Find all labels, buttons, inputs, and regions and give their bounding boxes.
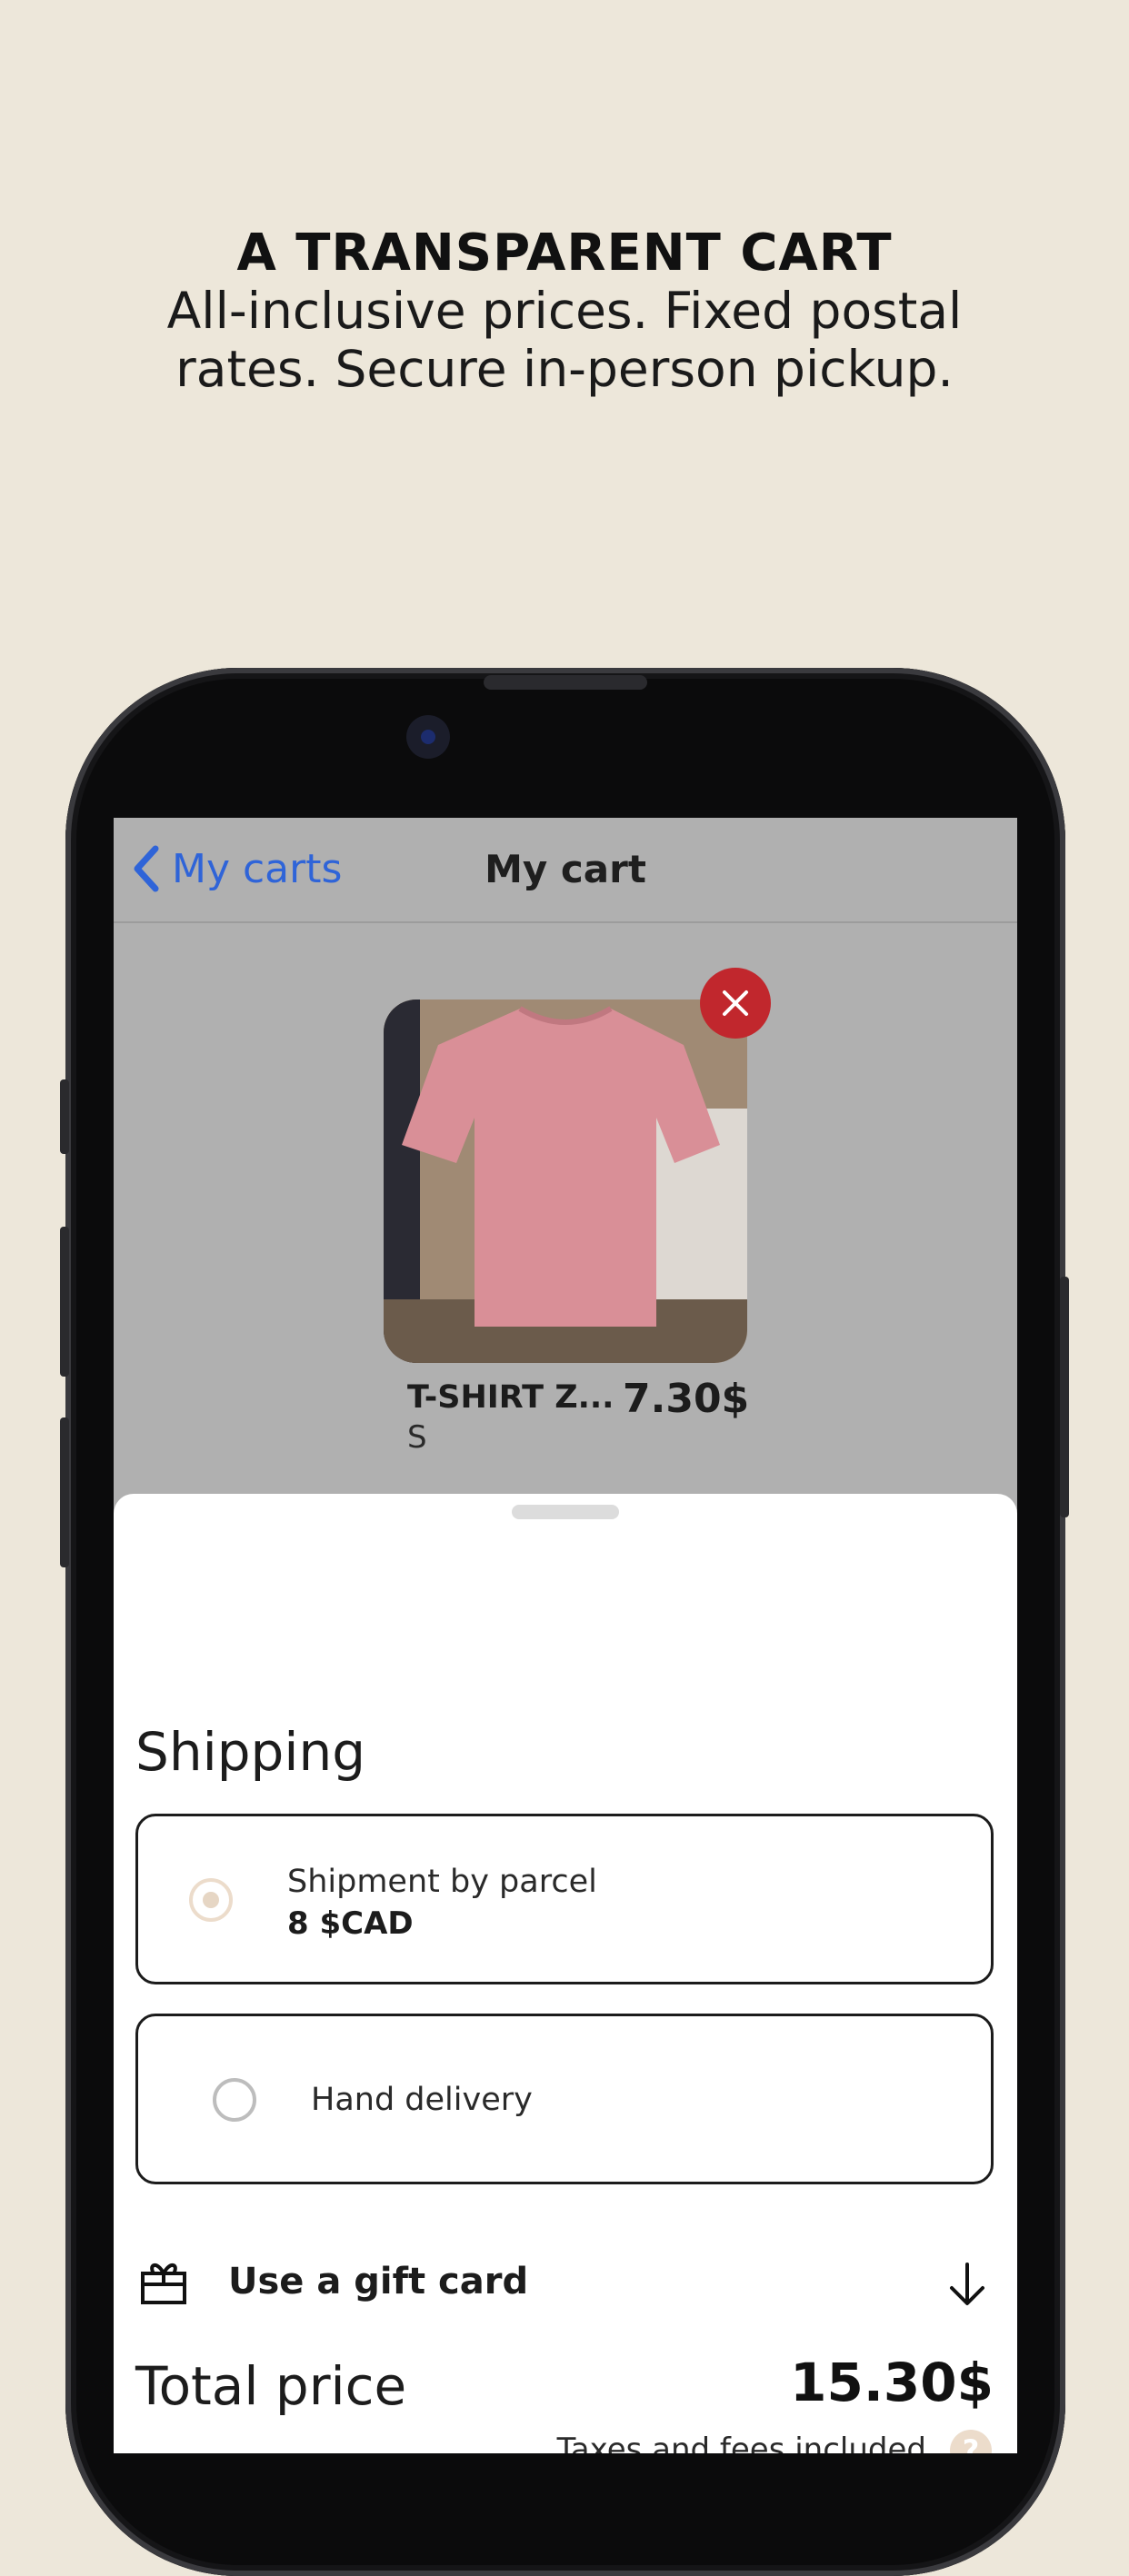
shipping-option-parcel[interactable]: Shipment by parcel 8 $CAD — [135, 1814, 994, 1984]
shipping-title: Shipping — [135, 1721, 366, 1783]
phone-speaker — [484, 675, 647, 690]
taxes-note: Taxes and fees included — [556, 2432, 926, 2453]
shipping-option-label: Hand delivery — [311, 2082, 533, 2118]
help-icon[interactable]: ? — [950, 2430, 992, 2453]
gift-icon — [141, 2263, 186, 2304]
remove-item-button[interactable] — [700, 968, 771, 1039]
radio-selected[interactable] — [189, 1878, 233, 1922]
sheet-drag-handle[interactable] — [512, 1505, 619, 1519]
shipping-option-label: Shipment by parcel — [287, 1864, 597, 1900]
product-image[interactable] — [384, 1000, 747, 1363]
product-name: T-SHIRT Z... — [407, 1379, 614, 1416]
phone-power-button — [1060, 1277, 1069, 1517]
radio-unselected[interactable] — [213, 2078, 256, 2122]
phone-volume-down — [60, 1417, 69, 1567]
tshirt-photo — [384, 1000, 747, 1363]
page-title: My cart — [485, 847, 646, 891]
total-price-label: Total price — [135, 2355, 407, 2417]
total-price-value: 15.30$ — [790, 2352, 994, 2413]
close-icon — [723, 990, 748, 1016]
checkout-sheet: Shipping Shipment by parcel 8 $CAD Hand … — [114, 1494, 1017, 2453]
product-price: 7.30$ — [623, 1376, 750, 1422]
gift-card-label: Use a gift card — [228, 2261, 529, 2302]
gift-card-row[interactable]: Use a gift card — [135, 2250, 994, 2322]
phone-volume-up — [60, 1227, 69, 1377]
app-screen: My carts My cart T-SHIRT Z... S 7.30$ Sh… — [114, 818, 1017, 2453]
product-size: S — [407, 1419, 427, 1456]
phone-mute-switch — [60, 1079, 69, 1154]
shipping-option-hand-delivery[interactable]: Hand delivery — [135, 2014, 994, 2184]
phone-camera — [406, 715, 450, 759]
promo-subtitle-line1: All-inclusive prices. Fixed postal — [166, 282, 963, 340]
arrow-down-icon[interactable] — [944, 2259, 990, 2310]
promo-title: A TRANSPARENT CART — [236, 224, 893, 283]
phone-frame: My carts My cart T-SHIRT Z... S 7.30$ Sh… — [65, 668, 1065, 2576]
promo-subtitle-line2: rates. Secure in-person pickup. — [175, 340, 954, 398]
navigation-bar: My carts My cart — [114, 818, 1017, 923]
shipping-option-price: 8 $CAD — [287, 1905, 414, 1942]
promo-subtitle: All-inclusive prices. Fixed postal rates… — [0, 282, 1129, 398]
